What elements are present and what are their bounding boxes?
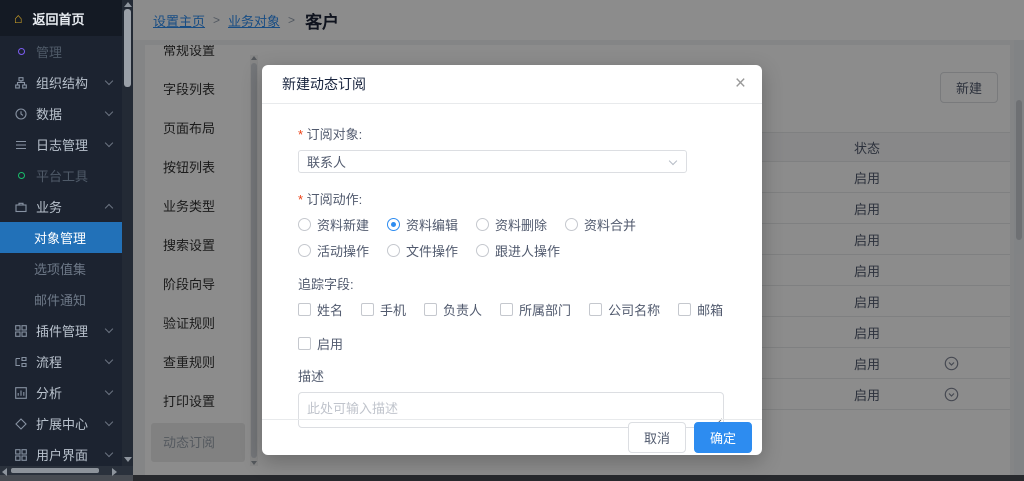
modal-title: 新建动态订阅 [282,74,366,94]
radio-icon [476,218,489,231]
subscribe-action-radio-group: 资料新建 资料编辑 资料删除 资料合并 活动操作 文件操作 跟进人操作 [298,215,698,260]
scrollbar-thumb[interactable] [11,468,99,473]
ui-grid-icon [14,449,28,461]
sidebar-item-object-management[interactable]: 对象管理 [0,222,122,253]
radio-edit[interactable]: 资料编辑 [387,215,458,234]
sidebar: ⌂ 返回首页 管理 组织结构 数据 日志管理 [0,0,133,475]
confirm-button[interactable]: 确定 [694,422,752,453]
scrollbar-thumb[interactable] [124,9,131,87]
checkbox-icon [298,337,311,350]
subscribe-object-value: 联系人 [307,152,346,171]
radio-icon [476,244,489,257]
chevron-down-icon [105,139,113,147]
scroll-right-arrow-icon[interactable] [112,468,117,476]
radio-icon [565,218,578,231]
radio-file[interactable]: 文件操作 [387,241,458,260]
chevron-down-icon [105,387,113,395]
checkbox-enable[interactable]: 启用 [298,334,343,353]
sidebar-item-extension-center[interactable]: 扩展中心 [0,408,122,439]
sidebar-nav: ⌂ 返回首页 管理 组织结构 数据 日志管理 [0,0,122,466]
checkbox-company[interactable]: 公司名称 [589,300,660,319]
admin-ring-icon [14,48,28,55]
chart-icon [14,387,28,399]
sidebar-item-data[interactable]: 数据 [0,98,122,129]
radio-selected-icon [387,218,400,231]
checkbox-icon [424,303,437,316]
chevron-down-icon [105,77,113,85]
radio-follower[interactable]: 跟进人操作 [476,241,560,260]
chevron-down-icon [105,108,113,116]
chevron-down-icon [105,325,113,333]
sidebar-vertical-scrollbar[interactable] [122,0,133,466]
close-icon[interactable]: × [735,73,746,96]
scroll-down-arrow-icon[interactable] [124,457,132,462]
checkbox-mobile[interactable]: 手机 [361,300,406,319]
radio-delete[interactable]: 资料删除 [476,215,547,234]
track-fields-checkbox-group: 姓名 手机 负责人 所属部门 公司名称 邮箱 [298,300,726,319]
sidebar-horizontal-scrollbar[interactable] [0,466,133,475]
chevron-down-icon [105,356,113,364]
checkbox-icon [361,303,374,316]
clock-icon [14,108,28,120]
modal-header: 新建动态订阅 × [262,65,762,104]
new-dynamic-subscription-modal: 新建动态订阅 × 订阅对象: 联系人 订阅动作: 资料新建 资料编辑 资料删除 … [262,65,762,455]
extension-icon [14,418,28,430]
enable-row: 启用 [298,334,726,353]
sidebar-group-admin[interactable]: 管理 [0,36,122,67]
modal-body: 订阅对象: 联系人 订阅动作: 资料新建 资料编辑 资料删除 资料合并 活动操作… [262,104,762,431]
page: ⌂ 返回首页 管理 组织结构 数据 日志管理 [0,0,1024,481]
subscribe-action-label: 订阅动作: [298,189,726,208]
scroll-left-arrow-icon[interactable] [2,468,7,476]
log-list-icon [14,139,28,151]
sidebar-home[interactable]: ⌂ 返回首页 [0,0,122,36]
radio-activity[interactable]: 活动操作 [298,241,369,260]
home-icon: ⌂ [14,11,22,25]
checkbox-department[interactable]: 所属部门 [500,300,571,319]
radio-create[interactable]: 资料新建 [298,215,369,234]
radio-icon [387,244,400,257]
chevron-down-icon [669,157,677,165]
sidebar-item-workflow[interactable]: 流程 [0,346,122,377]
radio-icon [298,218,311,231]
description-label: 描述 [298,366,726,385]
checkbox-icon [678,303,691,316]
sidebar-item-analytics[interactable]: 分析 [0,377,122,408]
sidebar-item-plugins[interactable]: 插件管理 [0,315,122,346]
track-fields-label: 追踪字段: [298,274,726,293]
sidebar-item-mail-notify[interactable]: 邮件通知 [0,284,122,315]
plugin-grid-icon [14,325,28,337]
sidebar-item-user-interface[interactable]: 用户界面 [0,439,122,466]
chevron-down-icon [105,449,113,457]
checkbox-icon [500,303,513,316]
subscribe-object-select[interactable]: 联系人 [298,150,687,173]
sidebar-item-option-sets[interactable]: 选项值集 [0,253,122,284]
chevron-down-icon [105,418,113,426]
sidebar-item-business[interactable]: 业务 [0,191,122,222]
chevron-up-icon [105,204,113,212]
scroll-up-arrow-icon[interactable] [124,2,132,7]
radio-merge[interactable]: 资料合并 [565,215,636,234]
sidebar-home-label: 返回首页 [32,9,84,28]
sidebar-item-logs[interactable]: 日志管理 [0,129,122,160]
checkbox-owner[interactable]: 负责人 [424,300,482,319]
sidebar-item-org[interactable]: 组织结构 [0,67,122,98]
modal-footer: 取消 确定 [262,419,762,455]
org-icon [14,77,28,89]
subscribe-object-label: 订阅对象: [298,124,726,143]
radio-icon [298,244,311,257]
checkbox-name[interactable]: 姓名 [298,300,343,319]
checkbox-icon [298,303,311,316]
platform-ring-icon [14,172,28,179]
briefcase-icon [14,201,28,213]
flow-icon [14,356,28,368]
cancel-button[interactable]: 取消 [628,422,686,453]
checkbox-email[interactable]: 邮箱 [678,300,723,319]
sidebar-group-platform-tools[interactable]: 平台工具 [0,160,122,191]
checkbox-icon [589,303,602,316]
